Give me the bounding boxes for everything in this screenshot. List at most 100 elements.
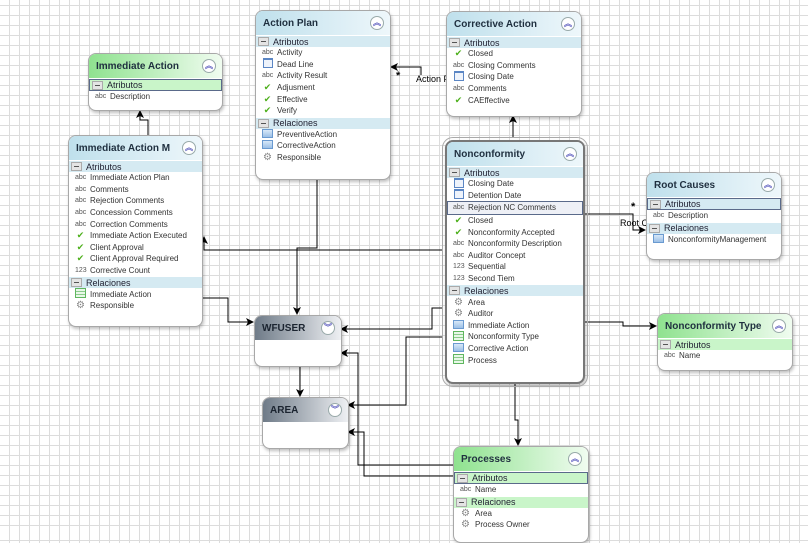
collapse-section-icon[interactable]: [71, 162, 82, 171]
field-row[interactable]: abc Auditor Concept: [447, 250, 583, 262]
collapse-icon[interactable]: ︽: [370, 16, 384, 30]
collapse-section-icon[interactable]: [92, 80, 103, 90]
section-header[interactable]: Relaciones: [454, 496, 588, 508]
field-row[interactable]: abc Closing Comments: [447, 60, 581, 72]
collapse-icon[interactable]: ︽: [568, 452, 582, 466]
field-row[interactable]: abc Rejection NC Comments: [447, 201, 583, 215]
entity-header[interactable]: Root Causes ︽: [647, 173, 781, 197]
field-row[interactable]: PreventiveAction: [256, 129, 390, 141]
field-row[interactable]: ✔ Effective: [256, 93, 390, 105]
entity-header[interactable]: Processes ︽: [454, 447, 588, 471]
section-header[interactable]: Relaciones: [256, 117, 390, 129]
field-row[interactable]: Dead Line: [256, 59, 390, 71]
entity-header[interactable]: Action Plan ︽: [256, 11, 390, 35]
field-row[interactable]: Process: [447, 354, 583, 366]
entity-corrective-action[interactable]: Corrective Action ︽ Atributos ✔ Closed abc Clo…: [446, 11, 582, 117]
section-header[interactable]: Atributos: [256, 36, 390, 47]
field-row[interactable]: ✔ Nonconformity Accepted: [447, 226, 583, 238]
entity-nonconformity[interactable]: Nonconformity ︽ Atributos Closing Date Deten…: [442, 137, 588, 387]
field-row[interactable]: abc Description: [89, 91, 222, 103]
field-row[interactable]: 123 Sequential: [447, 261, 583, 273]
field-row[interactable]: abc Activity Result: [256, 70, 390, 82]
field-row[interactable]: Corrective Action: [447, 343, 583, 355]
field-row[interactable]: NonconformityManagement: [647, 234, 781, 246]
field-row[interactable]: abc Description: [647, 210, 781, 222]
field-row[interactable]: ✔ Verify: [256, 105, 390, 117]
collapse-section-icon[interactable]: [258, 37, 269, 46]
field-row[interactable]: Closing Date: [447, 178, 583, 190]
section-header[interactable]: Atributos: [454, 472, 588, 484]
entity-action-plan[interactable]: Action Plan ︽ Atributos abc Activity Dead Lin…: [255, 10, 391, 180]
field-row[interactable]: abc Name: [658, 350, 792, 362]
section-header[interactable]: Relaciones: [69, 277, 202, 289]
section-header[interactable]: Atributos: [447, 167, 583, 178]
collapse-section-icon[interactable]: [660, 340, 671, 349]
section-header[interactable]: Atributos: [69, 161, 202, 172]
expand-icon[interactable]: ︾: [321, 321, 335, 335]
collapse-icon[interactable]: ︽: [561, 17, 575, 31]
collapse-section-icon[interactable]: [449, 168, 460, 177]
section-header[interactable]: Atributos: [647, 198, 781, 210]
entity-nonconformity-type[interactable]: Nonconformity Type ︽ Atributos abc Name: [657, 313, 793, 371]
field-row[interactable]: ⚙ Area: [454, 508, 588, 520]
field-row[interactable]: Immediate Action: [69, 288, 202, 300]
field-row[interactable]: Closing Date: [447, 71, 581, 83]
field-row[interactable]: ✔ CAEffective: [447, 94, 581, 106]
entity-wfuser[interactable]: WFUSER ︾: [254, 315, 342, 367]
entity-area[interactable]: AREA ︾: [262, 397, 349, 449]
section-header[interactable]: Atributos: [89, 79, 222, 91]
field-row[interactable]: abc Correction Comments: [69, 218, 202, 230]
field-row[interactable]: ✔ Closed: [447, 48, 581, 60]
field-row[interactable]: Detention Date: [447, 190, 583, 202]
field-row[interactable]: Nonconformity Type: [447, 331, 583, 343]
field-row[interactable]: 123 Corrective Count: [69, 265, 202, 277]
section-header[interactable]: Atributos: [658, 339, 792, 350]
field-row[interactable]: ⚙ Responsible: [69, 300, 202, 312]
expand-icon[interactable]: ︾: [328, 403, 342, 417]
field-row[interactable]: ⚙ Responsible: [256, 152, 390, 164]
field-row[interactable]: ⚙ Area: [447, 296, 583, 308]
field-row[interactable]: abc Comments: [69, 184, 202, 196]
field-row[interactable]: 123 Second Tiem: [447, 273, 583, 285]
entity-header[interactable]: Nonconformity ︽: [447, 142, 583, 166]
field-row[interactable]: Immediate Action: [447, 320, 583, 332]
collapse-section-icon[interactable]: [650, 199, 661, 209]
field-row[interactable]: abc Comments: [447, 83, 581, 95]
collapse-icon[interactable]: ︽: [202, 59, 216, 73]
field-row[interactable]: ✔ Adjusment: [256, 82, 390, 94]
entity-header[interactable]: Corrective Action ︽: [447, 12, 581, 36]
collapse-icon[interactable]: ︽: [772, 319, 786, 333]
entity-header[interactable]: AREA ︾: [263, 398, 348, 422]
entity-header[interactable]: Immediate Action ︽: [89, 54, 222, 78]
entity-immediate-action[interactable]: Immediate Action ︽ Atributos abc Description: [88, 53, 223, 111]
collapse-section-icon[interactable]: [456, 497, 467, 507]
entity-processes[interactable]: Processes ︽ Atributos abc Name Relaciones ⚙ Are…: [453, 446, 589, 543]
collapse-icon[interactable]: ︽: [761, 178, 775, 192]
entity-header[interactable]: Nonconformity Type ︽: [658, 314, 792, 338]
collapse-section-icon[interactable]: [449, 38, 460, 47]
entity-header[interactable]: WFUSER ︾: [255, 316, 341, 340]
collapse-section-icon[interactable]: [649, 223, 660, 233]
field-row[interactable]: ✔ Immediate Action Executed: [69, 230, 202, 242]
section-header[interactable]: Relaciones: [647, 222, 781, 234]
field-row[interactable]: abc Nonconformity Description: [447, 238, 583, 250]
field-row[interactable]: CorrectiveAction: [256, 140, 390, 152]
section-header[interactable]: Relaciones: [447, 285, 583, 297]
entity-root-causes[interactable]: Root Causes ︽ Atributos abc Description Relac…: [646, 172, 782, 260]
field-row[interactable]: abc Rejection Comments: [69, 195, 202, 207]
collapse-section-icon[interactable]: [71, 278, 82, 288]
section-header[interactable]: Atributos: [447, 37, 581, 48]
collapse-section-icon[interactable]: [258, 118, 269, 128]
entity-immediate-action-m[interactable]: Immediate Action M ︽ Atributos abc Immediate…: [68, 135, 203, 327]
field-row[interactable]: abc Activity: [256, 47, 390, 59]
field-row[interactable]: abc Concession Comments: [69, 207, 202, 219]
collapse-icon[interactable]: ︽: [563, 147, 577, 161]
field-row[interactable]: abc Name: [454, 484, 588, 496]
field-row[interactable]: ⚙ Process Owner: [454, 519, 588, 531]
field-row[interactable]: ✔ Client Approval Required: [69, 253, 202, 265]
field-row[interactable]: ✔ Closed: [447, 215, 583, 227]
field-row[interactable]: ⚙ Auditor: [447, 308, 583, 320]
collapse-icon[interactable]: ︽: [182, 141, 196, 155]
collapse-section-icon[interactable]: [449, 286, 460, 296]
entity-header[interactable]: Immediate Action M ︽: [69, 136, 202, 160]
